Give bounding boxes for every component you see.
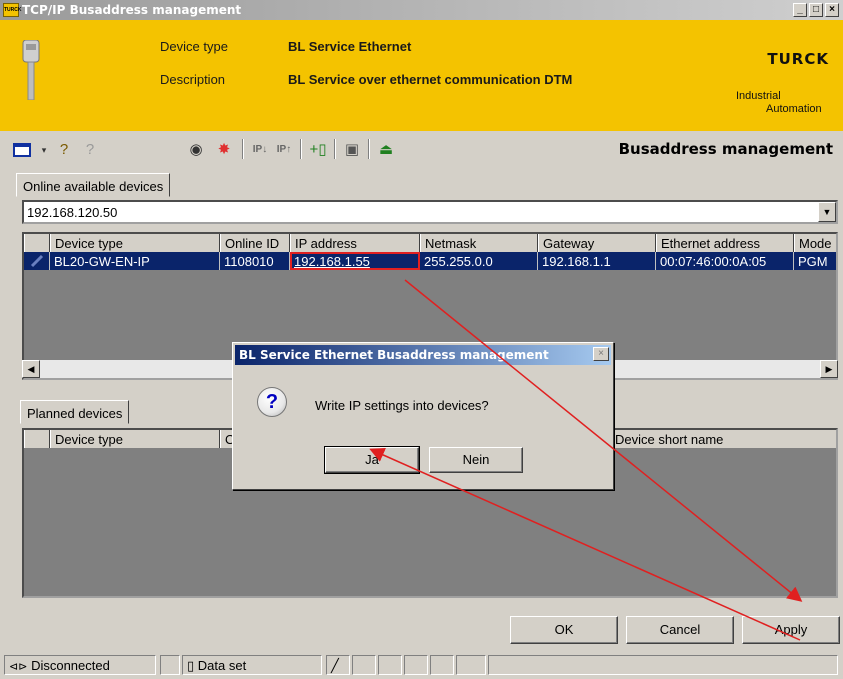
dataset-status: ▯ Data set [182,655,322,675]
cell-device-type: BL20-GW-EN-IP [50,252,220,270]
column-header-gateway[interactable]: Gateway [538,234,656,252]
yes-button[interactable]: Ja [324,446,420,474]
column-header-device-type[interactable]: Device type [50,234,220,252]
planned-column-device-short-name[interactable]: Device short name [610,430,836,448]
planned-column-device-type[interactable]: Device type [50,430,220,448]
turck-app-icon: TURCK [3,3,22,17]
database-icon: ▯ [187,658,195,673]
status-panel-blank-4 [404,655,428,675]
planned-column-blank[interactable] [24,430,50,448]
column-header-online-id[interactable]: Online ID [220,234,290,252]
cell-online-id: 1108010 [220,252,290,270]
chevron-down-icon[interactable]: ▼ [818,202,836,222]
dialog-close-icon[interactable]: × [593,347,609,361]
confirm-dialog: BL Service Ethernet Busaddress managemen… [232,342,614,490]
status-panel-blank-1 [160,655,180,675]
row-selector[interactable] [24,252,50,270]
cell-mode: PGM [794,252,836,270]
upload-icon[interactable]: ⏏ [376,140,396,160]
device-type-label: Device type [160,39,228,54]
status-panel-blank-3 [378,655,402,675]
column-header-mode[interactable]: Mode [794,234,836,252]
question-icon: ? [257,387,287,417]
section-heading: Busaddress management [618,140,833,158]
disconnected-icon: ⊲⊳ [9,661,28,673]
title-bar[interactable]: TURCK TCP/IP Busaddress management _ □ × [0,0,843,20]
ip-down-icon[interactable]: IP↓ [250,140,270,160]
column-header-netmask[interactable]: Netmask [420,234,538,252]
main-window: TURCK TCP/IP Busaddress management _ □ ×… [0,0,843,679]
dialog-title[interactable]: BL Service Ethernet Busaddress managemen… [235,345,611,365]
scan-icon[interactable]: ▣ [342,140,362,160]
column-header-ethernet-address[interactable]: Ethernet address [656,234,794,252]
scroll-right-icon[interactable]: ▶ [820,360,838,378]
help-icon[interactable]: ? [54,140,74,160]
apply-button[interactable]: Apply [742,616,840,644]
ip-address-value: 192.168.120.50 [27,205,118,220]
cell-gateway: 192.168.1.1 [538,252,656,270]
device-type-value: BL Service Ethernet [288,39,412,54]
cell-ip-address[interactable]: 192.168.1.55 [290,252,420,270]
flash-icon[interactable]: ✸ [214,140,234,160]
status-panel-message [488,655,838,675]
cell-netmask: 255.255.0.0 [420,252,538,270]
ethernet-plug-icon [22,40,40,100]
add-device-icon[interactable]: +▯ [308,140,328,160]
eye-icon[interactable]: ◉ [186,140,206,160]
status-bar: ⊲⊳ Disconnected ▯ Data set ╱ [0,652,843,679]
description-label: Description [160,72,226,87]
brand-tagline-1: Industrial [736,90,781,102]
maximize-button[interactable]: □ [809,3,823,17]
tab-online-devices[interactable]: Online available devices [16,173,171,197]
device-header: Device type BL Service Ethernet Descript… [0,20,843,131]
dataset-status-text: Data set [197,658,247,673]
scroll-left-icon[interactable]: ◀ [22,360,40,378]
help-disabled-icon[interactable]: ? [80,140,100,160]
cell-ethernet-address: 00:07:46:00:0A:05 [656,252,794,270]
turck-logo: TURCK [767,50,829,68]
dialog-message: Write IP settings into devices? [315,398,489,413]
column-header-ip-address[interactable]: IP address [290,234,420,252]
cancel-button[interactable]: Cancel [626,616,734,644]
tab-planned-devices[interactable]: Planned devices [20,400,130,424]
toolbar: ▾ ? ? ◉ ✸ IP↓ IP↑ +▯ ▣ ⏏ Busaddress mana… [0,131,843,167]
online-grid-header: Device type Online ID IP address Netmask… [24,234,836,252]
no-button[interactable]: Nein [429,447,523,473]
status-panel-blank-6 [456,655,486,675]
ip-address-combo[interactable]: 192.168.120.50 ▼ [22,200,838,224]
edit-indicator: ╱ [326,655,350,675]
minimize-button[interactable]: _ [793,3,807,17]
brand-tagline-2: Automation [766,103,822,115]
status-panel-blank-2 [352,655,376,675]
column-header-blank[interactable] [24,234,50,252]
dropdown-icon[interactable]: ▾ [34,140,54,160]
description-value: BL Service over ethernet communication D… [288,72,573,87]
table-row[interactable]: BL20-GW-EN-IP 1108010 192.168.1.55 255.2… [24,252,836,270]
connection-status: ⊲⊳ Disconnected [4,655,156,675]
ip-up-icon[interactable]: IP↑ [274,140,294,160]
window-title: TCP/IP Busaddress management [22,3,242,17]
status-panel-blank-5 [430,655,454,675]
view-icon[interactable] [12,140,32,160]
ok-button[interactable]: OK [510,616,618,644]
pencil-icon: ╱ [331,658,339,673]
close-button[interactable]: × [825,3,839,17]
connection-status-text: Disconnected [31,658,110,673]
